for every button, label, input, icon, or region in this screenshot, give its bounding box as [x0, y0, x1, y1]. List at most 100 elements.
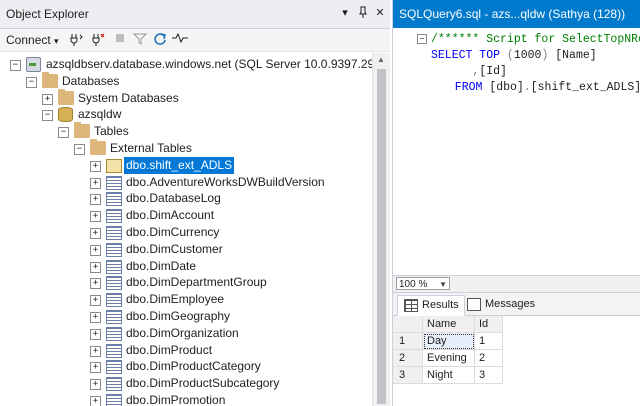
- grid-cell[interactable]: Evening: [423, 350, 475, 367]
- activity-monitor-icon[interactable]: [172, 32, 188, 48]
- expand-icon[interactable]: +: [90, 379, 101, 391]
- disconnect-icon[interactable]: [90, 32, 106, 48]
- tree-node-label: dbo.DimGeography: [126, 309, 231, 323]
- row-number-cell[interactable]: 1: [393, 333, 423, 350]
- tree-node-shift-ext-adls[interactable]: + dbo.shift_ext_ADLS: [0, 155, 372, 175]
- tree-node-t1[interactable]: + dbo.AdventureWorksDWBuildVersion: [0, 174, 372, 191]
- column-header[interactable]: Name: [423, 316, 475, 333]
- expand-icon[interactable]: +: [90, 362, 101, 374]
- expand-icon[interactable]: +: [90, 278, 101, 290]
- expand-icon[interactable]: +: [90, 228, 101, 239]
- code-token: 1000: [513, 49, 542, 62]
- tab-title: SQLQuery6.sql - azs...qldw (Sathya (128)…: [399, 7, 626, 21]
- tree-node-azsqldw[interactable]: − azsqldw: [0, 106, 372, 123]
- tree-node-t5[interactable]: + dbo.DimCustomer: [0, 241, 372, 258]
- row-number-cell[interactable]: 2: [393, 350, 423, 367]
- collapse-icon[interactable]: −: [42, 110, 53, 122]
- tree-node-server[interactable]: − azsqldbserv.database.windows.net (SQL S…: [0, 56, 372, 73]
- tree-node-t2[interactable]: + dbo.DatabaseLog: [0, 190, 372, 207]
- expand-icon[interactable]: +: [90, 194, 101, 206]
- query-editor-panel: SQLQuery6.sql - azs...qldw (Sathya (128)…: [392, 0, 640, 406]
- tab-query-editor[interactable]: SQLQuery6.sql - azs...qldw (Sathya (128)…: [393, 0, 640, 28]
- grid-cell[interactable]: 1: [475, 333, 503, 350]
- expand-icon[interactable]: +: [90, 328, 101, 340]
- collapse-icon[interactable]: −: [58, 127, 69, 139]
- close-icon[interactable]: ✕: [373, 6, 387, 20]
- column-header[interactable]: Id: [475, 316, 503, 333]
- scrollbar-thumb[interactable]: [377, 69, 386, 404]
- table-icon: [106, 343, 122, 358]
- filter-icon[interactable]: [132, 32, 148, 48]
- expand-icon[interactable]: +: [90, 177, 101, 189]
- collapse-icon[interactable]: −: [74, 144, 85, 155]
- tree-node-t7[interactable]: + dbo.DimDepartmentGroup: [0, 274, 372, 291]
- tree-node-label: System Databases: [78, 90, 179, 105]
- grid-cell[interactable]: 3: [475, 367, 503, 384]
- expand-icon[interactable]: +: [42, 93, 53, 105]
- tree-node-label: azsqldw: [78, 107, 122, 122]
- tree-node-tables[interactable]: − Tables: [0, 122, 372, 140]
- zoom-select[interactable]: 100 % ▼: [396, 277, 450, 290]
- scroll-up-icon[interactable]: ▲: [377, 55, 385, 64]
- expand-icon[interactable]: +: [90, 345, 101, 357]
- tree-node-label: Databases: [62, 73, 120, 88]
- code-line: FROM [dbo].[shift_ext_ADLS]: [441, 80, 640, 95]
- tab-messages[interactable]: Messages: [461, 295, 540, 314]
- code-line: SELECT TOP (1000) [Name]: [431, 48, 597, 63]
- code-token: [Name]: [548, 49, 597, 62]
- tree-node-t10[interactable]: + dbo.DimOrganization: [0, 325, 372, 342]
- tree-node-system-databases[interactable]: + System Databases: [0, 88, 372, 107]
- tree-node-t12[interactable]: + dbo.DimProductCategory: [0, 358, 372, 375]
- tree-node-t8[interactable]: + dbo.DimEmployee: [0, 291, 372, 308]
- grid-cell[interactable]: Day: [423, 333, 475, 350]
- tree-node-external-tables[interactable]: − External Tables: [0, 139, 372, 157]
- stop-icon[interactable]: [112, 32, 128, 48]
- row-number-cell[interactable]: 3: [393, 367, 423, 384]
- expand-icon[interactable]: +: [90, 211, 101, 223]
- tree-node-t11[interactable]: + dbo.DimProduct: [0, 342, 372, 359]
- tree-node-t4[interactable]: + dbo.DimCurrency: [0, 224, 372, 241]
- expand-icon[interactable]: +: [90, 244, 101, 256]
- tree-node-label: dbo.DatabaseLog: [126, 191, 221, 206]
- object-explorer-title-bar: Object Explorer ▾ ✕: [0, 0, 390, 29]
- expand-icon[interactable]: +: [90, 160, 101, 172]
- table-icon: [106, 192, 122, 207]
- tree-node-label: dbo.DimCustomer: [126, 241, 223, 256]
- expand-icon[interactable]: +: [90, 396, 101, 406]
- editor-status-bar: 100 % ▼: [393, 275, 640, 293]
- grid-corner-cell[interactable]: [393, 316, 423, 333]
- connect-button[interactable]: Connect ▾: [6, 33, 59, 47]
- tree-node-databases[interactable]: − Databases: [0, 71, 372, 90]
- expand-icon[interactable]: +: [90, 261, 101, 273]
- window-position-icon[interactable]: ▾: [338, 6, 352, 20]
- table-icon: [106, 242, 122, 257]
- tree-vertical-scrollbar[interactable]: ▲: [372, 53, 390, 406]
- tree-node-t14[interactable]: + dbo.DimPromotion: [0, 392, 372, 406]
- pin-icon[interactable]: [356, 6, 370, 20]
- connect-icon[interactable]: [68, 32, 84, 48]
- grid-cell[interactable]: 2: [475, 350, 503, 367]
- grid-cell[interactable]: Night: [423, 367, 475, 384]
- tree-node-label: dbo.AdventureWorksDWBuildVersion: [126, 174, 325, 189]
- table-icon: [106, 175, 122, 190]
- code-line: /****** Script for SelectTopNRows: [431, 32, 640, 47]
- tree-node-label: dbo.DimDate: [126, 258, 197, 273]
- table-icon: [106, 293, 122, 308]
- tree-node-t6[interactable]: + dbo.DimDate: [0, 258, 372, 275]
- collapse-icon[interactable]: −: [10, 60, 21, 71]
- tab-results[interactable]: Results: [397, 295, 465, 316]
- tree-node-t13[interactable]: + dbo.DimProductSubcategory: [0, 375, 372, 392]
- code-token: [Id]: [479, 65, 507, 78]
- results-grid[interactable]: Name Id 1 Day 1 2 Evening 2 3 Night 3: [393, 316, 640, 406]
- object-explorer-toolbar: Connect ▾: [0, 29, 390, 52]
- refresh-icon[interactable]: [152, 32, 168, 48]
- object-explorer-tree: − azsqldbserv.database.windows.net (SQL S…: [0, 53, 372, 406]
- collapse-icon[interactable]: −: [26, 76, 37, 88]
- code-line: ,[Id]: [431, 64, 507, 79]
- tree-node-t3[interactable]: + dbo.DimAccount: [0, 207, 372, 224]
- collapse-icon[interactable]: −: [417, 34, 427, 44]
- expand-icon[interactable]: +: [90, 312, 101, 323]
- tree-node-t9[interactable]: + dbo.DimGeography: [0, 308, 372, 325]
- sql-code-editor[interactable]: /****** Script for SelectTopNRows SELECT …: [393, 29, 640, 273]
- expand-icon[interactable]: +: [90, 295, 101, 307]
